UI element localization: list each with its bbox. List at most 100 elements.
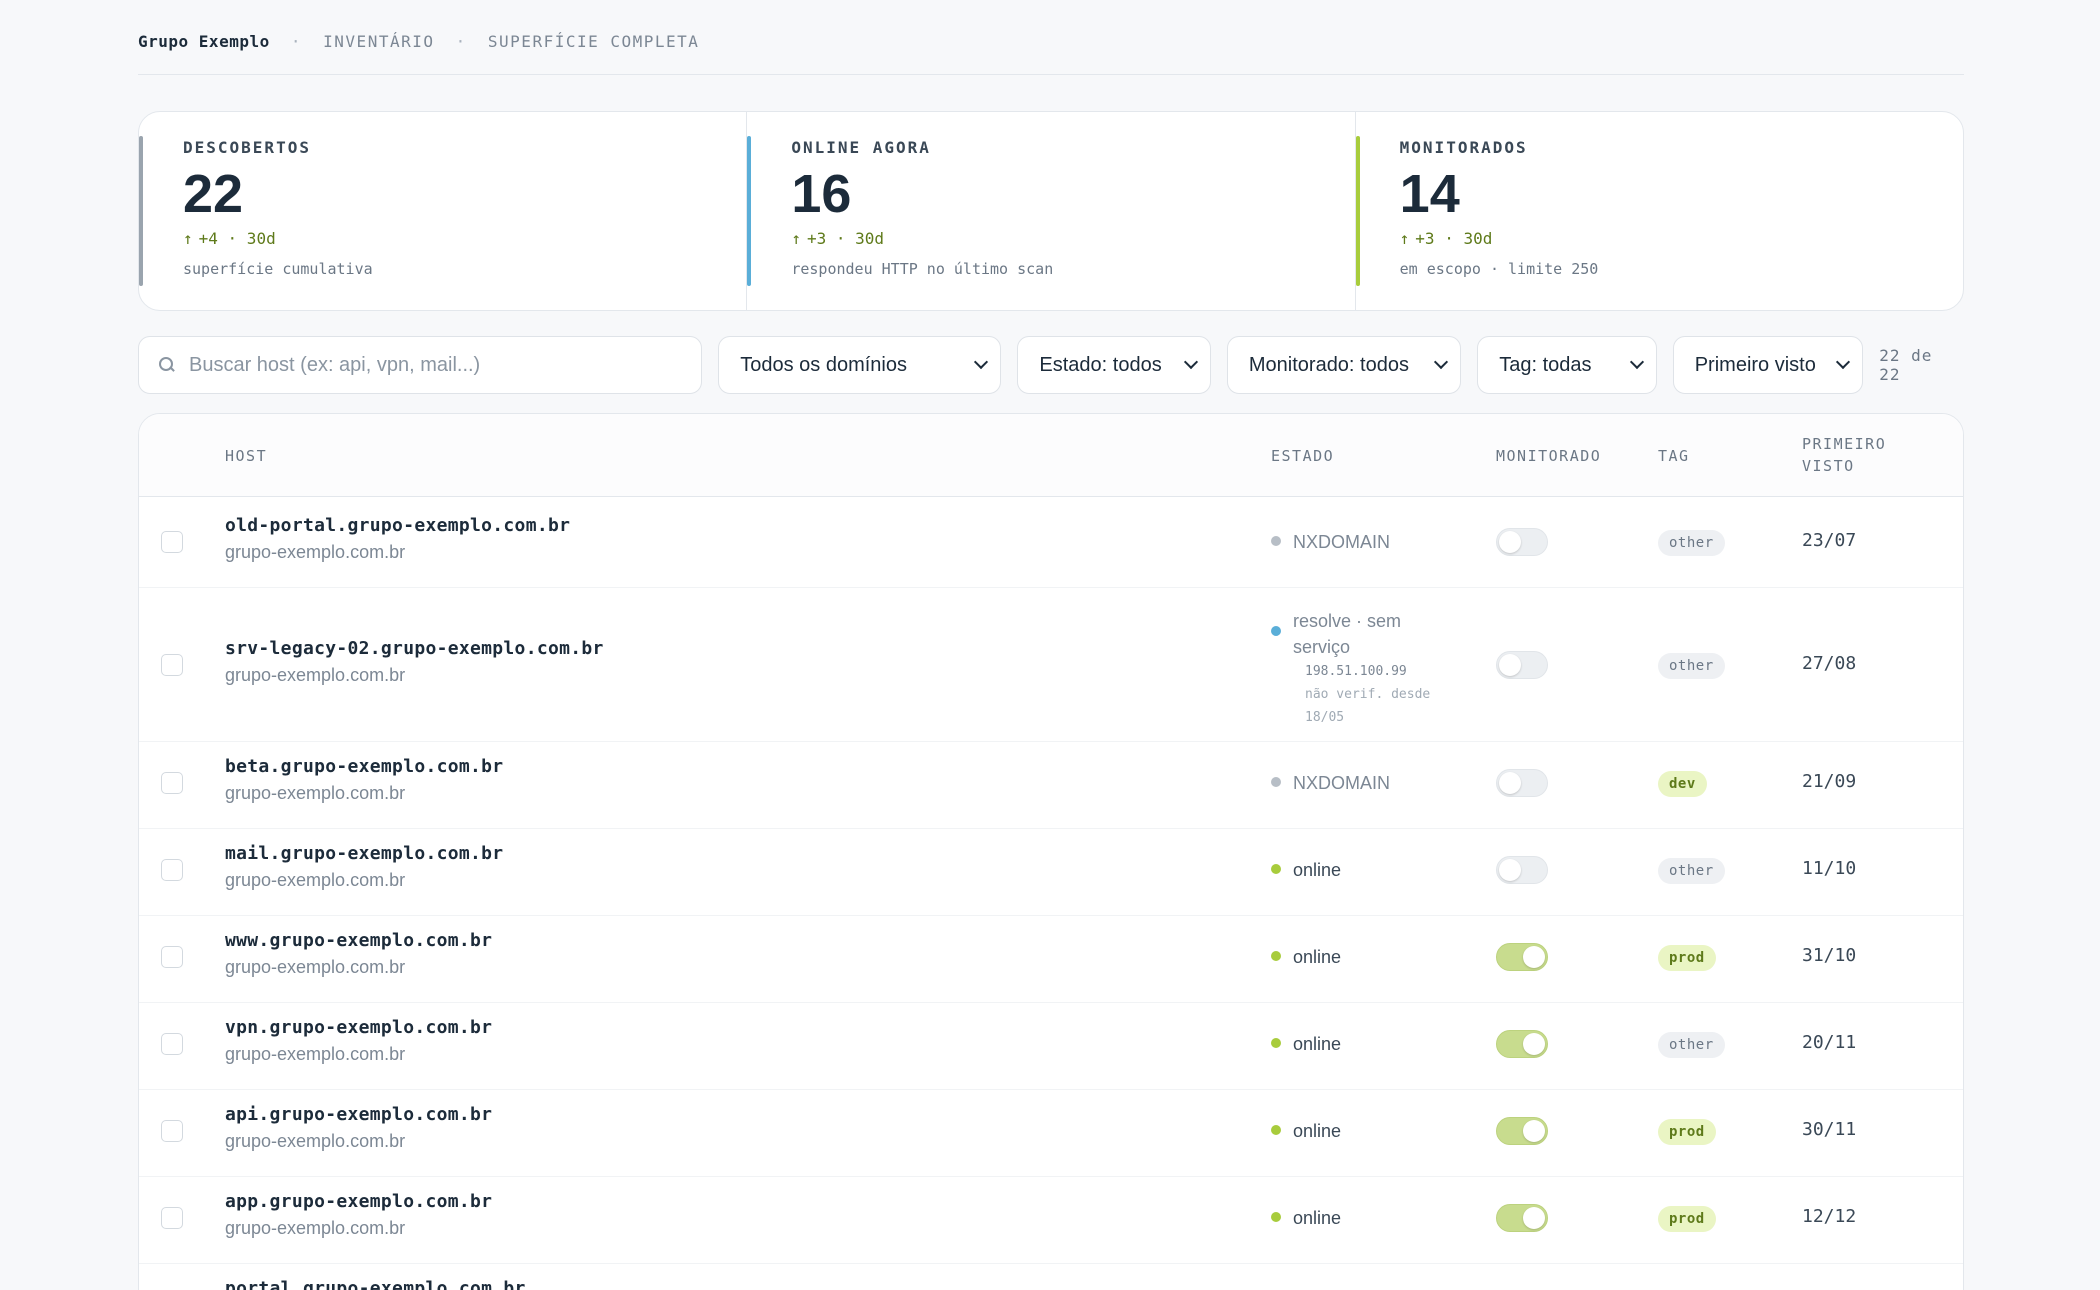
header-monitored[interactable]: MONITORADO: [1496, 445, 1601, 467]
status-dot: [1271, 536, 1281, 546]
header-first-seen[interactable]: PRIMEIRO VISTO: [1802, 433, 1886, 477]
status-dot: [1271, 777, 1281, 787]
row-checkbox[interactable]: [161, 1033, 183, 1055]
monitor-toggle[interactable]: [1496, 943, 1548, 971]
state-select[interactable]: Estado: todos: [1017, 336, 1211, 394]
table-row[interactable]: srv-legacy-02.grupo-exemplo.com.br grupo…: [139, 588, 1963, 742]
monitor-toggle[interactable]: [1496, 528, 1548, 556]
host-name[interactable]: mail.grupo-exemplo.com.br: [225, 843, 503, 864]
tag-badge: other: [1658, 858, 1725, 884]
row-checkbox[interactable]: [161, 946, 183, 968]
stat-note: superfície cumulativa: [183, 260, 373, 278]
row-checkbox[interactable]: [161, 859, 183, 881]
host-name[interactable]: beta.grupo-exemplo.com.br: [225, 756, 503, 777]
stat-delta: ↑ +3 · 30d: [1400, 229, 1919, 248]
domain-select[interactable]: Todos os domínios: [718, 336, 1002, 394]
status-dot: [1271, 864, 1281, 874]
host-name[interactable]: srv-legacy-02.grupo-exemplo.com.br: [225, 638, 604, 659]
row-checkbox[interactable]: [161, 531, 183, 553]
first-seen: 27/08: [1802, 653, 1857, 674]
host-name[interactable]: api.grupo-exemplo.com.br: [225, 1104, 492, 1125]
chevron-down-icon: [1183, 354, 1198, 370]
tag-select-value: Tag: todas: [1499, 353, 1592, 376]
stats-panel: DESCOBERTOS 22 ↑ +4 · 30d superfície cumu…: [138, 111, 1964, 311]
search-icon: [159, 357, 175, 373]
stat-delta-text: +3 · 30d: [806, 229, 885, 248]
stat-delta: ↑ +3 · 30d: [791, 229, 1310, 248]
state-cell: online: [1271, 944, 1341, 970]
monitored-select[interactable]: Monitorado: todos: [1226, 336, 1462, 394]
stat-accent-bar: [139, 136, 143, 286]
chevron-down-icon: [1434, 354, 1449, 370]
monitored-select-value: Monitorado: todos: [1248, 353, 1409, 376]
tag-badge: other: [1658, 1032, 1725, 1058]
status-dot: [1271, 1125, 1281, 1135]
row-checkbox[interactable]: [161, 1207, 183, 1229]
hosts-table: HOST ESTADO MONITORADO TAG PRIMEIRO VIST…: [138, 413, 1964, 1290]
monitor-toggle[interactable]: [1496, 1030, 1548, 1058]
toggle-knob: [1499, 654, 1521, 676]
state-text: online: [1293, 1208, 1342, 1228]
table-row[interactable]: api.grupo-exemplo.com.br grupo-exemplo.c…: [139, 1090, 1963, 1177]
tag-badge: other: [1658, 530, 1725, 556]
domain-select-value: Todos os domínios: [740, 353, 907, 376]
state-ip: 198.51.100.99: [1305, 664, 1407, 679]
state-note: não verif. desde 18/05: [1305, 687, 1431, 725]
breadcrumb-separator: ·: [455, 32, 467, 51]
row-checkbox[interactable]: [161, 1120, 183, 1142]
tag-select[interactable]: Tag: todas: [1477, 336, 1657, 394]
sort-select-value: Primeiro visto: [1694, 353, 1816, 376]
breadcrumb-org[interactable]: Grupo Exemplo: [138, 32, 270, 51]
table-row[interactable]: mail.grupo-exemplo.com.br grupo-exemplo.…: [139, 829, 1963, 916]
monitor-toggle[interactable]: [1496, 651, 1548, 679]
header-tag[interactable]: TAG: [1658, 445, 1690, 467]
search-box[interactable]: [138, 336, 703, 394]
first-seen: 31/10: [1802, 945, 1857, 966]
status-dot: [1271, 626, 1281, 636]
host-name[interactable]: www.grupo-exemplo.com.br: [225, 930, 492, 951]
monitor-toggle[interactable]: [1496, 769, 1548, 797]
stat-accent-bar: [1355, 136, 1360, 286]
host-domain: grupo-exemplo.com.br: [225, 1131, 406, 1151]
header-first-seen-line2: VISTO: [1802, 457, 1855, 475]
table-row[interactable]: app.grupo-exemplo.com.br grupo-exemplo.c…: [139, 1177, 1963, 1264]
host-name[interactable]: old-portal.grupo-exemplo.com.br: [225, 515, 570, 536]
host-name[interactable]: vpn.grupo-exemplo.com.br: [225, 1017, 492, 1038]
monitor-toggle[interactable]: [1496, 856, 1548, 884]
stat-value: 14: [1399, 164, 1460, 224]
state-details: resolve · sem serviço 198.51.100.99 não …: [1293, 608, 1465, 729]
table-row[interactable]: beta.grupo-exemplo.com.br grupo-exemplo.…: [139, 742, 1963, 829]
stat-label: DESCOBERTOS: [183, 138, 311, 157]
status-dot: [1271, 1038, 1281, 1048]
row-checkbox[interactable]: [161, 654, 183, 676]
toggle-knob: [1523, 1033, 1545, 1055]
toggle-knob: [1499, 772, 1521, 794]
host-name[interactable]: app.grupo-exemplo.com.br: [225, 1191, 492, 1212]
stat-delta-text: +3 · 30d: [1415, 229, 1493, 248]
sort-select[interactable]: Primeiro visto: [1672, 336, 1864, 394]
stat-label: MONITORADOS: [1399, 138, 1528, 157]
toggle-knob: [1499, 531, 1521, 553]
stat-note: em escopo · limite 250: [1399, 260, 1599, 278]
search-input[interactable]: [189, 353, 682, 377]
stat-accent-bar: [747, 136, 752, 286]
table-row[interactable]: vpn.grupo-exemplo.com.br grupo-exemplo.c…: [139, 1003, 1963, 1090]
breadcrumb-inventario[interactable]: INVENTÁRIO: [323, 32, 434, 51]
table-row[interactable]: www.grupo-exemplo.com.br grupo-exemplo.c…: [139, 916, 1963, 1003]
host-domain: grupo-exemplo.com.br: [225, 1044, 406, 1064]
monitor-toggle[interactable]: [1496, 1204, 1548, 1232]
header-host[interactable]: HOST: [225, 445, 267, 467]
status-dot: [1271, 1212, 1281, 1222]
tag-badge: dev: [1658, 771, 1707, 797]
state-cell: online: [1271, 1205, 1341, 1231]
host-name[interactable]: portal.grupo-exemplo.com.br: [225, 1278, 526, 1290]
row-checkbox[interactable]: [161, 772, 183, 794]
table-header: HOST ESTADO MONITORADO TAG PRIMEIRO VIST…: [139, 414, 1963, 497]
breadcrumb-separator: ·: [290, 32, 303, 51]
header-state[interactable]: ESTADO: [1271, 445, 1334, 467]
monitor-toggle[interactable]: [1496, 1117, 1548, 1145]
table-row[interactable]: old-portal.grupo-exemplo.com.br grupo-ex…: [139, 497, 1963, 588]
first-seen: 20/11: [1802, 1032, 1857, 1053]
table-row[interactable]: portal.grupo-exemplo.com.br: [139, 1264, 1963, 1290]
breadcrumb: Grupo Exemplo · INVENTÁRIO · SUPERFÍCIE …: [138, 30, 1964, 75]
